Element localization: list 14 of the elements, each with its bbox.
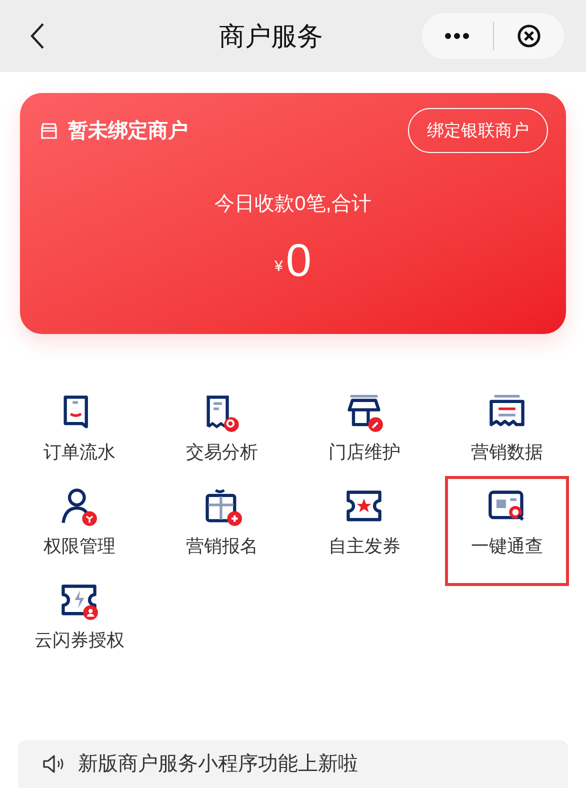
notice-text: 新版商户服务小程序功能上新啦 [78,752,358,777]
card-title: 暂未绑定商户 [68,118,188,144]
service-item[interactable]: 一键通查 [444,476,569,586]
chevron-left-icon [29,22,45,50]
more-icon [444,32,470,40]
user-icon [59,487,100,527]
summary-text: 今日收款0笔,合计 [214,192,372,217]
currency-symbol: ¥ [274,256,283,276]
speaker-icon [42,754,66,774]
bind-merchant-button[interactable]: 绑定银联商户 [408,108,548,153]
amount-text: 0 [286,237,312,283]
close-icon [516,24,541,48]
store-icon [40,122,58,140]
page-title: 商户服务 [219,20,323,52]
